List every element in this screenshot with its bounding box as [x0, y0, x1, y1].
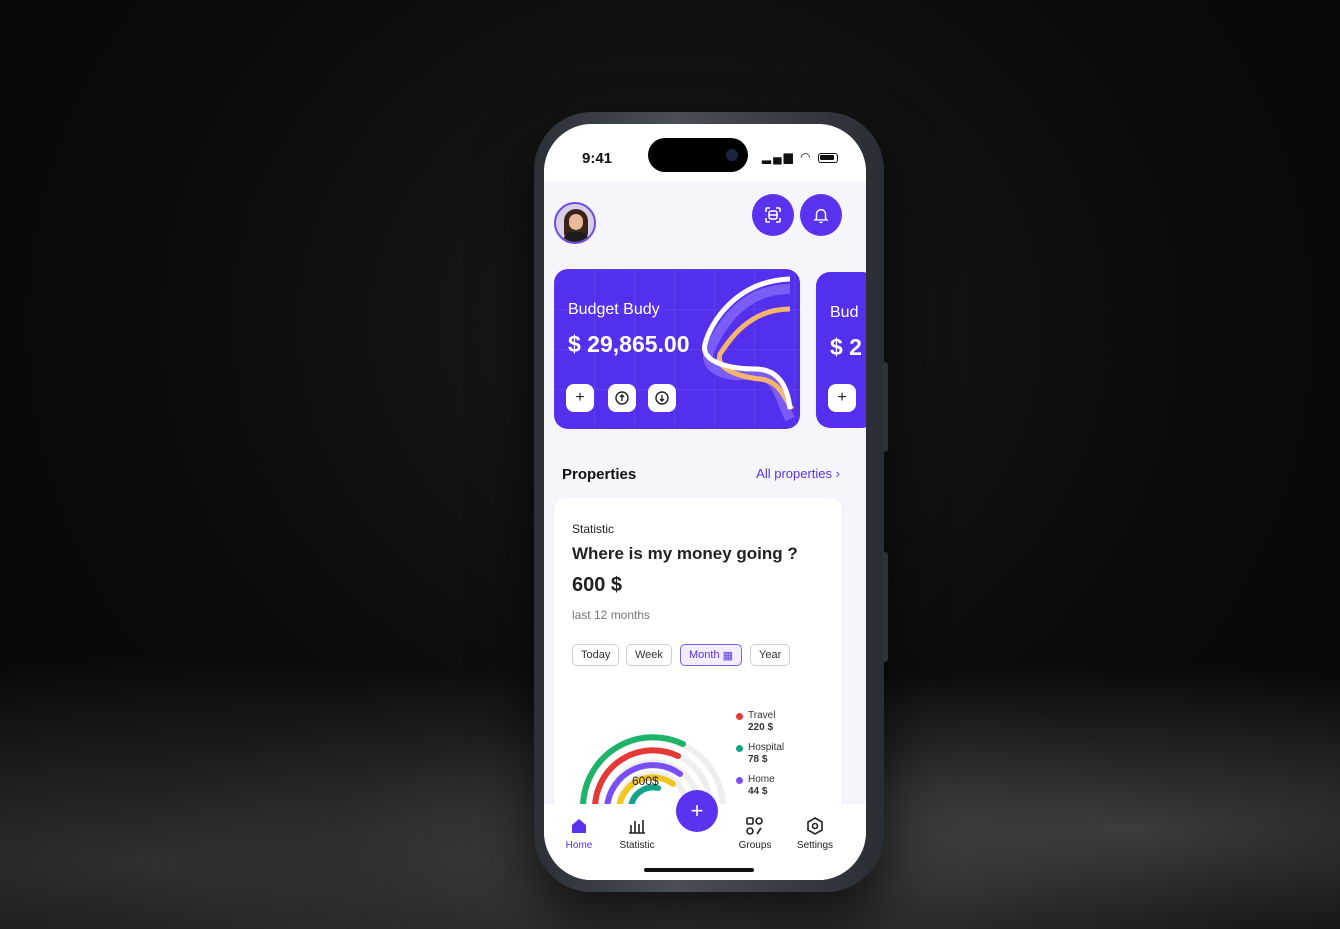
- nav-label: Statistic: [619, 840, 655, 851]
- home-indicator: [644, 868, 754, 872]
- filter-week[interactable]: Week: [626, 644, 672, 666]
- card-title: Bud: [830, 304, 859, 321]
- nav-groups[interactable]: Groups: [728, 816, 782, 851]
- filter-month[interactable]: Month ▦: [680, 644, 742, 666]
- all-properties-link[interactable]: All properties ›: [756, 466, 840, 481]
- card-title: Budget Budy: [568, 301, 660, 318]
- receive-button[interactable]: [608, 384, 636, 412]
- legend-name: Hospital: [748, 742, 785, 753]
- budget-card-secondary[interactable]: Bud $ 2 +: [816, 272, 866, 428]
- legend-name: Travel: [748, 710, 776, 721]
- statistic-amount: 600 $: [572, 574, 623, 596]
- status-bar: 9:41 ▂▄▆ ◠: [544, 124, 866, 182]
- notification-button[interactable]: [800, 194, 842, 236]
- phone-frame: 9:41 ▂▄▆ ◠ Budget Budy $ 29,865.00 + Bud…: [534, 112, 888, 892]
- add-money-button[interactable]: +: [566, 384, 594, 412]
- status-icons: ▂▄▆ ◠: [762, 150, 838, 164]
- scan-button[interactable]: [752, 194, 794, 236]
- statistic-period: last 12 months: [572, 608, 651, 622]
- chart-center-label: 600$: [632, 774, 659, 788]
- card-amount: $ 2: [830, 334, 862, 360]
- legend-item: Hospital 78 $: [736, 742, 784, 766]
- budget-card[interactable]: Budget Budy $ 29,865.00 +: [554, 269, 800, 429]
- add-fab-button[interactable]: +: [676, 790, 718, 832]
- nav-label: Groups: [738, 840, 772, 851]
- wifi-icon: ◠: [800, 150, 813, 164]
- nav-statistic[interactable]: Statistic: [610, 816, 664, 851]
- battery-icon: [818, 152, 838, 163]
- send-button[interactable]: [648, 384, 676, 412]
- settings-icon: [807, 817, 823, 835]
- status-time: 9:41: [582, 150, 613, 167]
- coin-in-icon: [615, 391, 629, 405]
- legend-dot: [736, 777, 743, 784]
- all-properties-label: All properties: [756, 466, 833, 481]
- legend-name: Home: [748, 774, 775, 785]
- legend-value: 44 $: [748, 786, 768, 797]
- bottom-navigation: Home Statistic + Groups Settings: [544, 790, 866, 880]
- side-button: [882, 362, 888, 452]
- properties-title: Properties: [562, 466, 637, 483]
- nav-settings[interactable]: Settings: [788, 816, 842, 851]
- nav-label: Home: [565, 840, 593, 851]
- legend-value: 220 $: [748, 722, 774, 733]
- filter-month-label: Month: [689, 649, 720, 661]
- groups-icon: [746, 817, 763, 835]
- nav-home[interactable]: Home: [552, 816, 606, 851]
- add-money-button[interactable]: +: [828, 384, 856, 412]
- legend-item: Travel 220 $: [736, 710, 775, 734]
- legend-dot: [736, 745, 743, 752]
- chevron-right-icon: ›: [835, 466, 840, 481]
- legend-dot: [736, 713, 743, 720]
- legend-value: 78 $: [748, 754, 768, 765]
- coin-out-icon: [655, 391, 669, 405]
- statistic-label: Statistic: [572, 522, 615, 536]
- avatar[interactable]: [554, 202, 596, 244]
- filter-year[interactable]: Year: [750, 644, 791, 666]
- wave-decoration: [702, 276, 795, 422]
- nav-label: Settings: [796, 840, 834, 851]
- scan-icon: [765, 207, 781, 223]
- home-icon: [572, 819, 586, 833]
- bar-chart-icon: [629, 820, 645, 834]
- side-button: [882, 552, 888, 662]
- bell-icon: [813, 208, 829, 224]
- filter-today[interactable]: Today: [572, 644, 620, 666]
- legend-item: Home 44 $: [736, 774, 775, 798]
- dynamic-island: [648, 138, 748, 172]
- card-amount: $ 29,865.00: [568, 331, 690, 357]
- signal-icon: ▂▄▆: [761, 150, 795, 164]
- statistic-question: Where is my money going ?: [572, 544, 798, 563]
- app-screen: 9:41 ▂▄▆ ◠ Budget Budy $ 29,865.00 + Bud…: [544, 124, 866, 880]
- calendar-icon: ▦: [722, 649, 733, 662]
